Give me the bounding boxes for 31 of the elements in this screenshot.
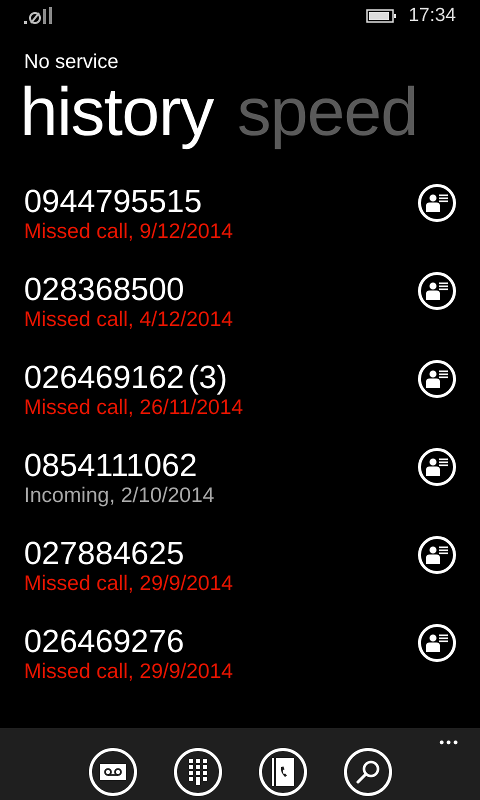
- phone-number[interactable]: 026469162: [24, 358, 184, 396]
- contact-card-icon[interactable]: [417, 535, 457, 575]
- contacts-button[interactable]: [258, 748, 306, 796]
- phone-number[interactable]: 0854111062: [24, 446, 198, 484]
- phone-number[interactable]: 026469276: [24, 622, 184, 660]
- phonebook-icon: [272, 758, 294, 786]
- keypad-icon: [188, 759, 206, 785]
- phone-number[interactable]: 0944795515: [24, 182, 202, 220]
- call-detail: Missed call, 9/12/2014: [24, 220, 233, 244]
- contact-card-icon[interactable]: [417, 271, 457, 311]
- clock: 17:34: [408, 4, 456, 28]
- contact-card-icon[interactable]: [417, 359, 457, 399]
- voicemail-icon: [100, 764, 126, 780]
- search-icon: [354, 759, 380, 785]
- call-detail: Incoming, 2/10/2014: [24, 484, 214, 508]
- search-button[interactable]: [344, 748, 392, 796]
- phone-number[interactable]: 027884625: [24, 534, 184, 572]
- battery-icon: [366, 9, 396, 23]
- more-button[interactable]: •••: [439, 732, 460, 753]
- keypad-button[interactable]: [174, 748, 222, 796]
- phone-number[interactable]: 028368500: [24, 270, 184, 308]
- no-signal-icon: [24, 7, 54, 25]
- contact-card-icon[interactable]: [417, 447, 457, 487]
- call-detail: Missed call, 4/12/2014: [24, 308, 233, 332]
- contact-card-icon[interactable]: [417, 183, 457, 223]
- call-detail: Missed call, 26/11/2014: [24, 396, 244, 420]
- voicemail-button[interactable]: [88, 748, 136, 796]
- call-detail: Missed call, 29/9/2014: [24, 660, 233, 684]
- call-count: (3): [188, 358, 228, 396]
- contact-card-icon[interactable]: [417, 623, 457, 663]
- call-detail: Missed call, 29/9/2014: [24, 572, 233, 596]
